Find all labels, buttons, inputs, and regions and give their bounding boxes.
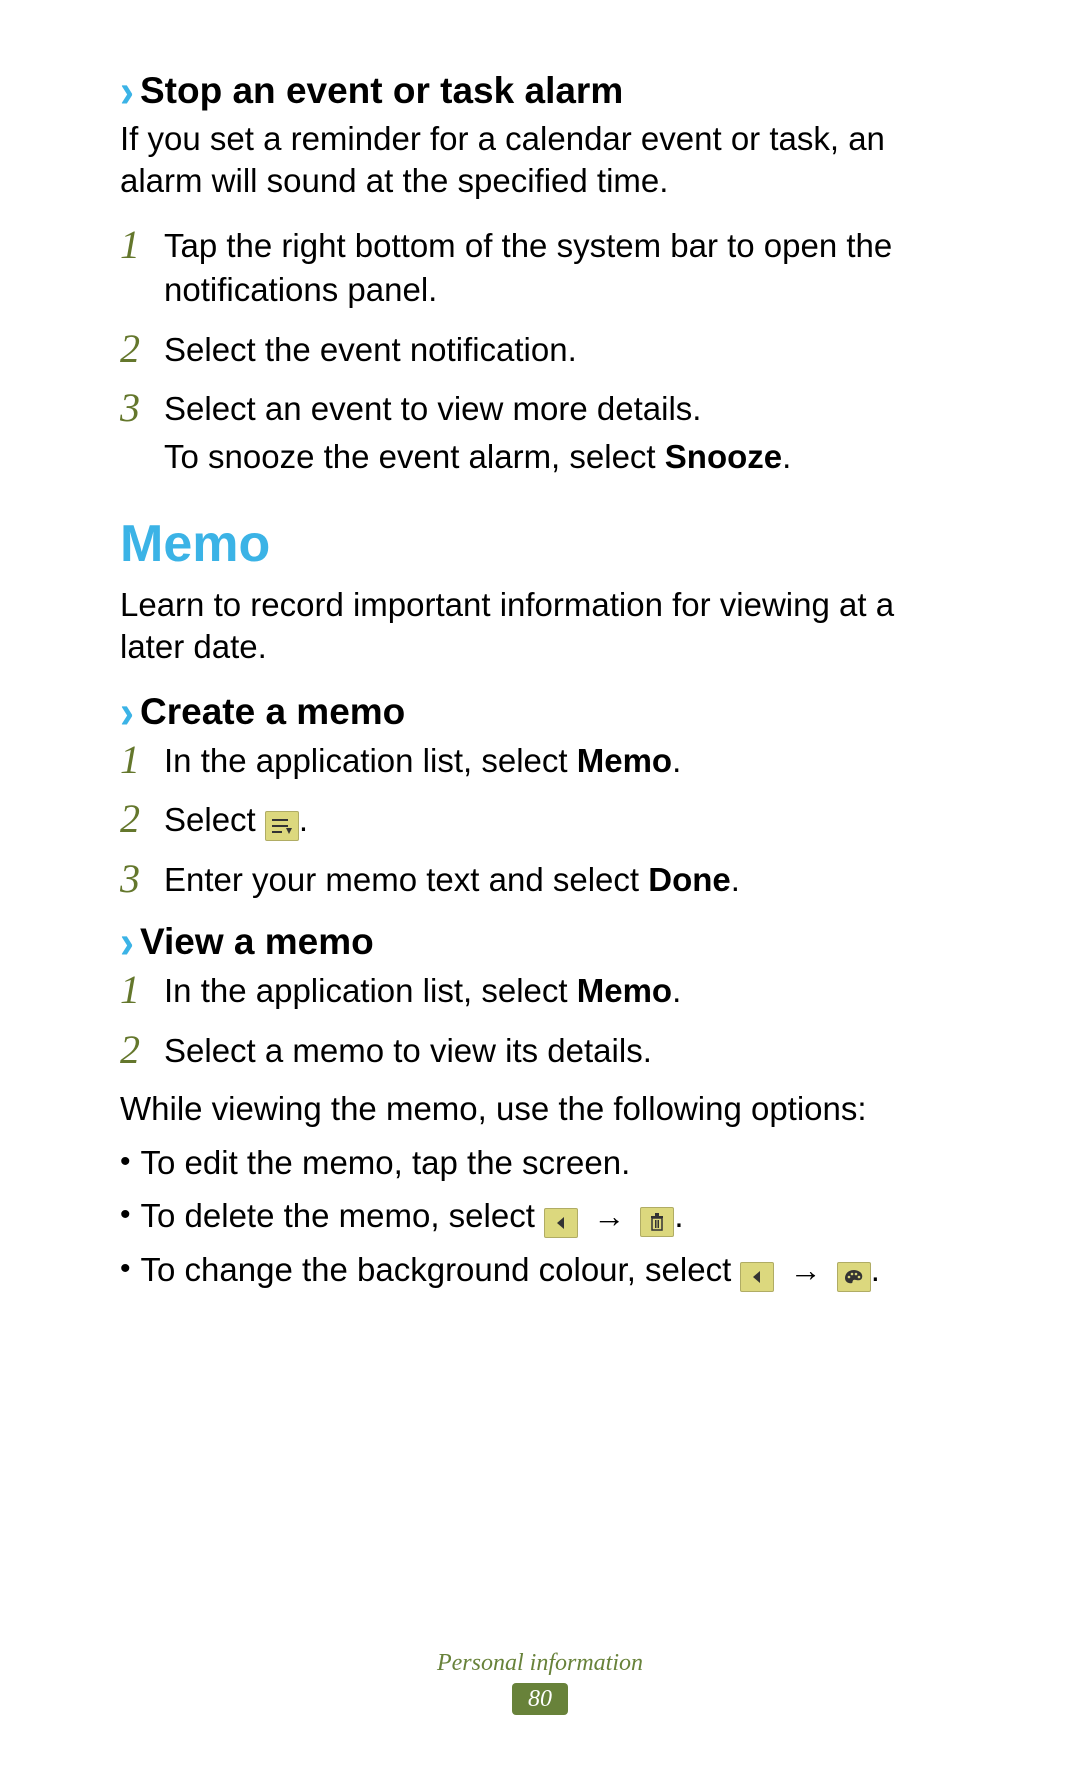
stop-alarm-steps: 1 Tap the right bottom of the system bar…: [120, 224, 960, 478]
heading-stop-alarm: › Stop an event or task alarm: [120, 70, 960, 112]
step-text: Select an event to view more details. To…: [164, 387, 960, 478]
heading-create-memo-text: Create a memo: [140, 691, 405, 733]
view-options-intro: While viewing the memo, use the followin…: [120, 1088, 960, 1130]
heading-stop-alarm-text: Stop an event or task alarm: [140, 70, 623, 112]
stop-alarm-intro: If you set a reminder for a calendar eve…: [120, 118, 960, 202]
list-item: • To delete the memo, select → .: [120, 1192, 960, 1240]
view-options-list: • To edit the memo, tap the screen. • To…: [120, 1139, 960, 1295]
trash-icon: [640, 1207, 674, 1237]
step-text: Select .: [164, 798, 960, 842]
step-number: 2: [120, 1029, 148, 1071]
step-text: Select the event notification.: [164, 328, 960, 372]
heading-view-memo-text: View a memo: [140, 921, 374, 963]
step-text: Tap the right bottom of the system bar t…: [164, 224, 960, 311]
step-text: In the application list, select Memo.: [164, 739, 960, 783]
list-item: 2 Select a memo to view its details.: [120, 1029, 960, 1073]
chevron-icon: ›: [120, 689, 134, 735]
new-memo-icon: [265, 811, 299, 841]
step-number: 2: [120, 328, 148, 370]
bullet-text: To edit the memo, tap the screen.: [141, 1139, 631, 1187]
step-number: 3: [120, 858, 148, 900]
bullet-icon: •: [120, 1139, 131, 1184]
view-memo-steps: 1 In the application list, select Memo. …: [120, 969, 960, 1072]
heading-view-memo: › View a memo: [120, 921, 960, 963]
heading-create-memo: › Create a memo: [120, 691, 960, 733]
create-memo-steps: 1 In the application list, select Memo. …: [120, 739, 960, 902]
bullet-text: To delete the memo, select → .: [141, 1192, 684, 1240]
back-icon: [544, 1208, 578, 1238]
step-line1: Select an event to view more details.: [164, 390, 701, 427]
memo-intro: Learn to record important information fo…: [120, 584, 960, 668]
list-item: 1 In the application list, select Memo.: [120, 739, 960, 783]
list-item: 1 In the application list, select Memo.: [120, 969, 960, 1013]
list-item: 2 Select the event notification.: [120, 328, 960, 372]
page-footer: Personal information 80: [0, 1650, 1080, 1715]
footer-section: Personal information: [0, 1650, 1080, 1677]
chevron-icon: ›: [120, 68, 134, 114]
step-text: Enter your memo text and select Done.: [164, 858, 960, 902]
list-item: 2 Select .: [120, 798, 960, 842]
step-number: 1: [120, 224, 148, 266]
step-number: 1: [120, 969, 148, 1011]
arrow-icon: →: [587, 1198, 631, 1234]
bullet-icon: •: [120, 1246, 131, 1291]
list-item: • To edit the memo, tap the screen.: [120, 1139, 960, 1187]
step-text: In the application list, select Memo.: [164, 969, 960, 1013]
bullet-icon: •: [120, 1192, 131, 1237]
list-item: 3 Enter your memo text and select Done.: [120, 858, 960, 902]
page-number: 80: [512, 1683, 568, 1715]
step-line2: To snooze the event alarm, select Snooze…: [164, 435, 960, 479]
chevron-icon: ›: [120, 919, 134, 965]
heading-memo: Memo: [120, 514, 960, 574]
list-item: 3 Select an event to view more details. …: [120, 387, 960, 478]
back-icon: [740, 1262, 774, 1292]
step-text: Select a memo to view its details.: [164, 1029, 960, 1073]
step-number: 1: [120, 739, 148, 781]
list-item: 1 Tap the right bottom of the system bar…: [120, 224, 960, 311]
list-item: • To change the background colour, selec…: [120, 1246, 960, 1294]
step-number: 3: [120, 387, 148, 429]
bullet-text: To change the background colour, select …: [141, 1246, 880, 1294]
palette-icon: [837, 1262, 871, 1292]
step-number: 2: [120, 798, 148, 840]
arrow-icon: →: [784, 1252, 828, 1288]
